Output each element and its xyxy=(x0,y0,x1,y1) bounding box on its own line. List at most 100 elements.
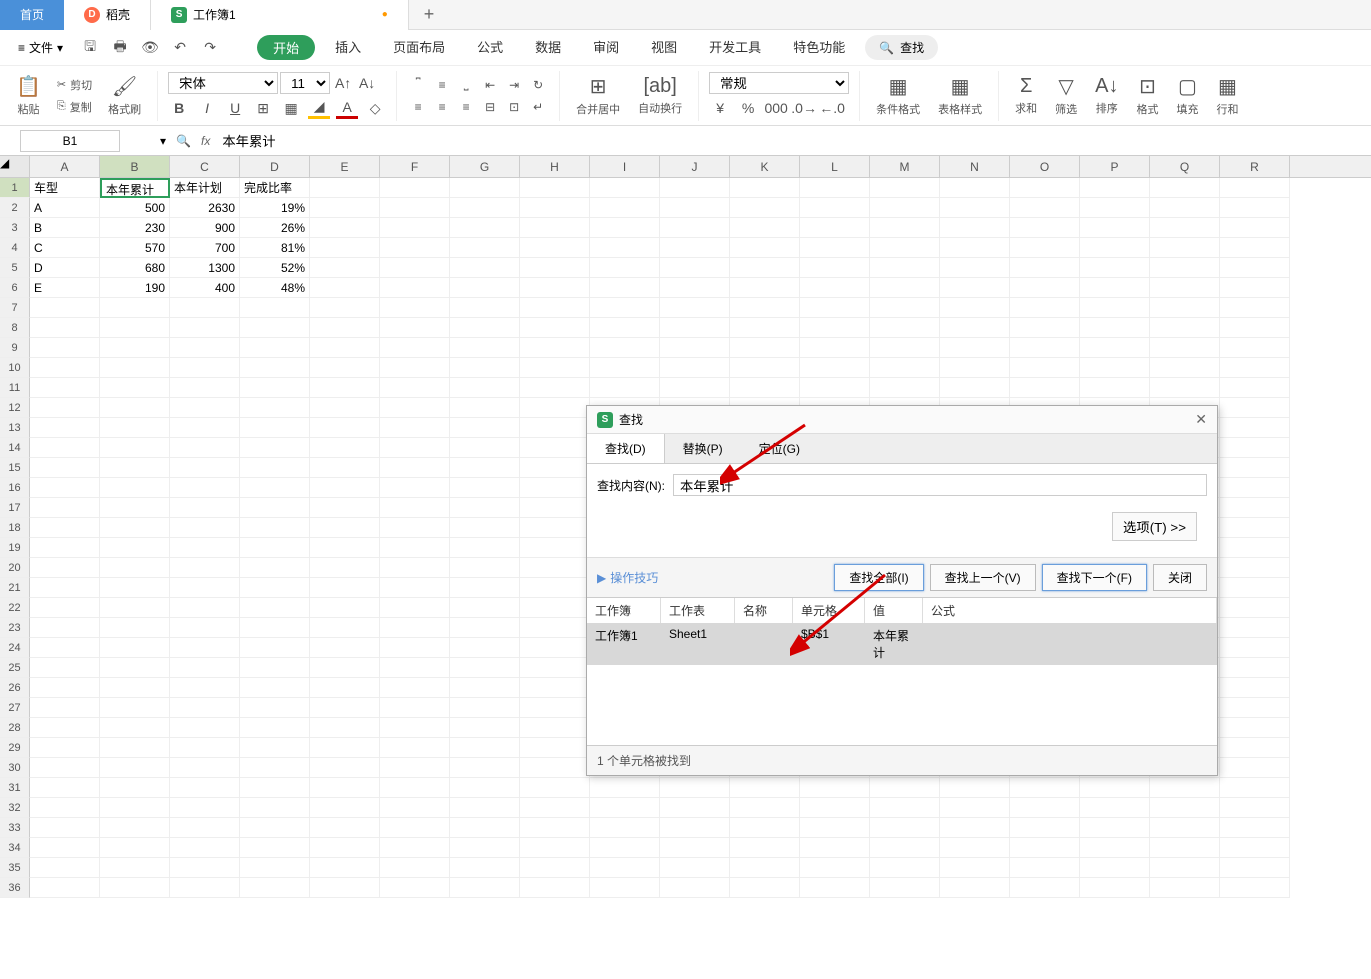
cell[interactable] xyxy=(170,858,240,878)
cell[interactable] xyxy=(1080,818,1150,838)
cell[interactable] xyxy=(870,858,940,878)
cell[interactable] xyxy=(1150,878,1220,898)
cell[interactable] xyxy=(240,338,310,358)
cell[interactable] xyxy=(1220,478,1290,498)
cell[interactable] xyxy=(1220,578,1290,598)
cell[interactable]: 570 xyxy=(100,238,170,258)
cell[interactable] xyxy=(170,838,240,858)
cell[interactable] xyxy=(310,418,380,438)
cell[interactable] xyxy=(800,378,870,398)
cell[interactable] xyxy=(380,498,450,518)
col-header-F[interactable]: F xyxy=(380,156,450,177)
cell[interactable] xyxy=(310,818,380,838)
cell[interactable]: 900 xyxy=(170,218,240,238)
cell[interactable] xyxy=(940,238,1010,258)
col-header-O[interactable]: O xyxy=(1010,156,1080,177)
row-header[interactable]: 18 xyxy=(0,518,30,538)
cell[interactable] xyxy=(240,538,310,558)
cell[interactable] xyxy=(520,558,590,578)
cell[interactable]: 2630 xyxy=(170,198,240,218)
cell[interactable] xyxy=(520,338,590,358)
decimal-dec-icon[interactable]: ←.0 xyxy=(821,97,843,119)
cell[interactable] xyxy=(660,178,730,198)
row-header[interactable]: 33 xyxy=(0,818,30,838)
cell[interactable] xyxy=(1010,298,1080,318)
cell[interactable] xyxy=(240,518,310,538)
cell[interactable] xyxy=(100,298,170,318)
cell[interactable] xyxy=(170,318,240,338)
row-header[interactable]: 15 xyxy=(0,458,30,478)
row-header[interactable]: 20 xyxy=(0,558,30,578)
cell[interactable] xyxy=(450,778,520,798)
cell[interactable] xyxy=(1080,178,1150,198)
cell[interactable] xyxy=(730,838,800,858)
cell[interactable] xyxy=(380,278,450,298)
cell[interactable] xyxy=(520,298,590,318)
find-all-button[interactable]: 查找全部(I) xyxy=(834,564,923,591)
cell[interactable] xyxy=(1150,218,1220,238)
cell[interactable] xyxy=(450,858,520,878)
cond-format-button[interactable]: ▦ 条件格式 xyxy=(870,72,926,119)
cell[interactable] xyxy=(870,258,940,278)
cell[interactable] xyxy=(1220,238,1290,258)
cell[interactable] xyxy=(940,838,1010,858)
cell[interactable] xyxy=(310,258,380,278)
cell[interactable] xyxy=(310,578,380,598)
cell[interactable]: 400 xyxy=(170,278,240,298)
cell[interactable] xyxy=(30,838,100,858)
cell[interactable] xyxy=(100,598,170,618)
cell[interactable]: 本年计划 xyxy=(170,178,240,198)
clear-format-icon[interactable]: ◇ xyxy=(364,97,386,119)
cell[interactable] xyxy=(590,378,660,398)
cell[interactable] xyxy=(660,298,730,318)
cell[interactable] xyxy=(310,838,380,858)
cell[interactable] xyxy=(170,618,240,638)
cell[interactable] xyxy=(940,178,1010,198)
cell[interactable] xyxy=(870,878,940,898)
cell[interactable] xyxy=(1080,858,1150,878)
cell[interactable] xyxy=(100,518,170,538)
cell[interactable] xyxy=(1220,618,1290,638)
row-header[interactable]: 1 xyxy=(0,178,30,198)
undo-icon[interactable]: ↶ xyxy=(169,37,191,59)
cell[interactable] xyxy=(170,298,240,318)
cell[interactable] xyxy=(380,578,450,598)
cell[interactable] xyxy=(1010,338,1080,358)
cell[interactable]: 48% xyxy=(240,278,310,298)
cell[interactable] xyxy=(100,878,170,898)
cell[interactable] xyxy=(30,638,100,658)
cell[interactable]: 19% xyxy=(240,198,310,218)
cell[interactable] xyxy=(310,758,380,778)
cell[interactable]: 52% xyxy=(240,258,310,278)
row-header[interactable]: 14 xyxy=(0,438,30,458)
cell[interactable] xyxy=(660,218,730,238)
cell[interactable] xyxy=(170,478,240,498)
row-header[interactable]: 7 xyxy=(0,298,30,318)
cell[interactable] xyxy=(1080,878,1150,898)
cell[interactable] xyxy=(730,198,800,218)
result-row[interactable]: 工作簿1 Sheet1 $B$1 本年累计 xyxy=(587,623,1217,665)
cell[interactable] xyxy=(1150,858,1220,878)
result-col-cell[interactable]: 单元格 xyxy=(793,598,865,623)
wrap-text-button[interactable]: [ab] 自动换行 xyxy=(632,73,688,118)
cell[interactable] xyxy=(240,358,310,378)
cell[interactable] xyxy=(240,738,310,758)
cell[interactable] xyxy=(730,298,800,318)
copy-button[interactable]: ⎘复制 xyxy=(53,97,96,117)
align-top-icon[interactable]: ⎴ xyxy=(407,75,429,95)
cell[interactable] xyxy=(450,698,520,718)
cell[interactable] xyxy=(1220,558,1290,578)
cell[interactable] xyxy=(1010,878,1080,898)
border-icon[interactable]: ⊞ xyxy=(252,97,274,119)
cell[interactable] xyxy=(800,258,870,278)
font-grow-icon[interactable]: A↑ xyxy=(332,72,354,94)
cell[interactable] xyxy=(30,338,100,358)
cell[interactable] xyxy=(310,218,380,238)
cell[interactable]: B xyxy=(30,218,100,238)
new-tab-button[interactable]: + xyxy=(409,4,450,25)
cell[interactable] xyxy=(30,298,100,318)
cell[interactable] xyxy=(1220,498,1290,518)
cell[interactable] xyxy=(1220,838,1290,858)
cell[interactable] xyxy=(1220,198,1290,218)
find-content-input[interactable] xyxy=(673,474,1207,496)
